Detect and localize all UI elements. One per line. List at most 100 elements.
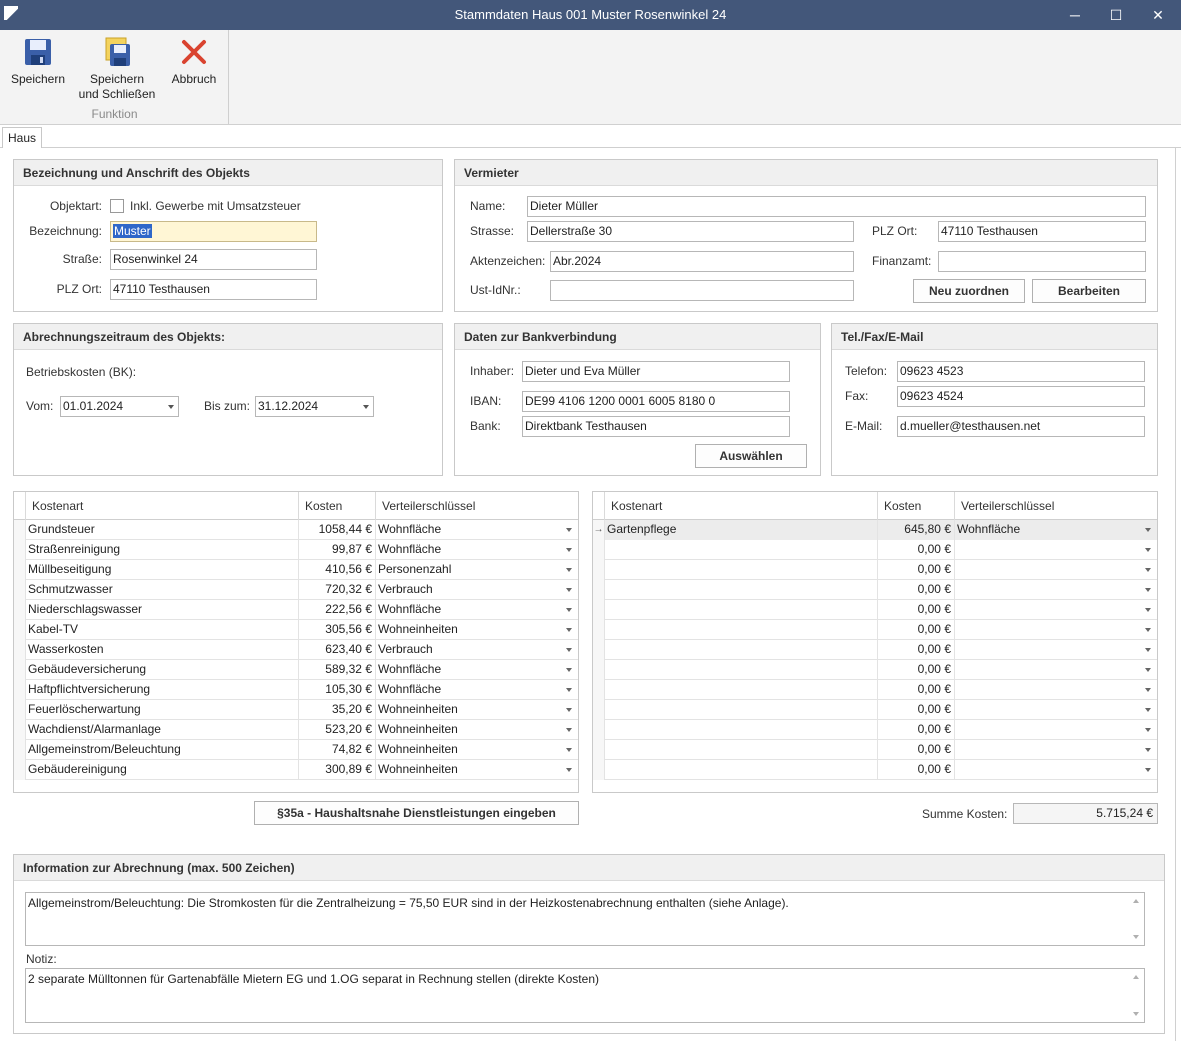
telefon-input[interactable]: 09623 4523 (897, 361, 1145, 382)
table-row[interactable]: Grundsteuer 1058,44 € Wohnfläche (14, 520, 578, 540)
table-row[interactable]: 0,00 € (593, 560, 1157, 580)
cell-kosten[interactable]: 0,00 € (878, 700, 955, 720)
cell-verteilerschluessel[interactable]: Wohnfläche (376, 520, 578, 540)
cell-kostenart[interactable] (605, 640, 878, 660)
cell-kosten[interactable]: 305,56 € (299, 620, 376, 640)
chevron-down-icon[interactable] (566, 588, 572, 592)
vermieter-strasse-input[interactable]: Dellerstraße 30 (527, 221, 854, 242)
table-row[interactable]: 0,00 € (593, 580, 1157, 600)
table-row[interactable]: 0,00 € (593, 720, 1157, 740)
haushaltsnahe-dienstleistungen-button[interactable]: §35a - Haushaltsnahe Dienstleistungen ei… (254, 801, 579, 825)
chevron-down-icon[interactable] (566, 548, 572, 552)
neu-zuordnen-button[interactable]: Neu zuordnen (913, 279, 1025, 303)
cell-kosten[interactable]: 0,00 € (878, 540, 955, 560)
cell-kosten[interactable]: 523,20 € (299, 720, 376, 740)
table-row[interactable]: Schmutzwasser 720,32 € Verbrauch (14, 580, 578, 600)
cell-kostenart[interactable] (605, 600, 878, 620)
cell-verteilerschluessel[interactable]: Wohnfläche (376, 600, 578, 620)
cell-kostenart[interactable] (605, 760, 878, 780)
plz-ort-input[interactable]: 47110 Testhausen (110, 279, 317, 300)
chevron-down-icon[interactable] (1145, 688, 1151, 692)
fax-input[interactable]: 09623 4524 (897, 386, 1145, 407)
cell-kostenart[interactable]: Müllbeseitigung (26, 560, 299, 580)
cell-kostenart[interactable]: Wachdienst/Alarmanlage (26, 720, 299, 740)
cell-kosten[interactable]: 0,00 € (878, 560, 955, 580)
cell-kostenart[interactable]: Allgemeinstrom/Beleuchtung (26, 740, 299, 760)
cell-kostenart[interactable] (605, 560, 878, 580)
chevron-down-icon[interactable] (1145, 728, 1151, 732)
cell-verteilerschluessel[interactable] (955, 720, 1157, 740)
cell-kostenart[interactable]: Gebäudeversicherung (26, 660, 299, 680)
cell-kosten[interactable]: 99,87 € (299, 540, 376, 560)
chevron-down-icon[interactable] (566, 648, 572, 652)
bezeichnung-input[interactable]: Muster (110, 221, 317, 242)
cell-verteilerschluessel[interactable]: Wohnfläche (376, 660, 578, 680)
chevron-down-icon[interactable] (566, 568, 572, 572)
cell-verteilerschluessel[interactable]: Wohneinheiten (376, 720, 578, 740)
cell-verteilerschluessel[interactable] (955, 640, 1157, 660)
bis-date-combo[interactable]: 31.12.2024 (255, 396, 374, 417)
chevron-down-icon[interactable] (566, 708, 572, 712)
cell-kosten[interactable]: 410,56 € (299, 560, 376, 580)
table-row[interactable]: Feuerlöscherwartung 35,20 € Wohneinheiten (14, 700, 578, 720)
chevron-down-icon[interactable] (566, 748, 572, 752)
table-row[interactable]: 0,00 € (593, 640, 1157, 660)
finanzamt-input[interactable] (938, 251, 1146, 272)
chevron-down-icon[interactable] (566, 628, 572, 632)
cell-verteilerschluessel[interactable] (955, 620, 1157, 640)
tab-haus[interactable]: Haus (2, 127, 42, 149)
chevron-down-icon[interactable] (1145, 528, 1151, 532)
table-row[interactable]: 0,00 € (593, 660, 1157, 680)
chevron-down-icon[interactable] (566, 668, 572, 672)
cancel-button[interactable]: Abbruch (166, 36, 222, 87)
header-verteilerschluessel[interactable]: Verteilerschlüssel (955, 492, 1157, 520)
cell-verteilerschluessel[interactable] (955, 540, 1157, 560)
table-row[interactable]: 0,00 € (593, 700, 1157, 720)
cell-verteilerschluessel[interactable]: Personenzahl (376, 560, 578, 580)
cell-kostenart[interactable]: Gebäudereinigung (26, 760, 299, 780)
cell-kostenart[interactable]: Straßenreinigung (26, 540, 299, 560)
cell-kostenart[interactable] (605, 720, 878, 740)
cell-kosten[interactable]: 0,00 € (878, 740, 955, 760)
chevron-down-icon[interactable] (1145, 708, 1151, 712)
info-textarea[interactable]: Allgemeinstrom/Beleuchtung: Die Stromkos… (25, 892, 1145, 946)
cell-kosten[interactable]: 1058,44 € (299, 520, 376, 540)
table-row[interactable]: Haftpflichtversicherung 105,30 € Wohnfläch… (14, 680, 578, 700)
cell-verteilerschluessel[interactable]: Wohnfläche (376, 680, 578, 700)
cell-verteilerschluessel[interactable]: Verbrauch (376, 580, 578, 600)
table-row[interactable]: Gebäudeversicherung 589,32 € Wohnfläche (14, 660, 578, 680)
maximize-button[interactable]: ☐ (1093, 0, 1139, 30)
cell-verteilerschluessel[interactable] (955, 660, 1157, 680)
cell-kostenart[interactable]: Grundsteuer (26, 520, 299, 540)
cell-kostenart[interactable]: Haftpflichtversicherung (26, 680, 299, 700)
table-row[interactable]: 0,00 € (593, 740, 1157, 760)
minimize-button[interactable]: ─ (1052, 0, 1098, 30)
chevron-down-icon[interactable] (566, 608, 572, 612)
cell-kostenart[interactable] (605, 680, 878, 700)
cell-kostenart[interactable]: Gartenpflege (605, 520, 878, 540)
cell-kostenart[interactable]: Kabel-TV (26, 620, 299, 640)
table-row[interactable]: 0,00 € (593, 600, 1157, 620)
cell-verteilerschluessel[interactable] (955, 560, 1157, 580)
cell-verteilerschluessel[interactable]: Verbrauch (376, 640, 578, 660)
table-row[interactable]: Gebäudereinigung 300,89 € Wohneinheiten (14, 760, 578, 780)
iban-input[interactable]: DE99 4106 1200 0001 6005 8180 0 (522, 391, 790, 412)
table-row[interactable]: Wachdienst/Alarmanlage 523,20 € Wohneinhei… (14, 720, 578, 740)
cell-kostenart[interactable]: Niederschlagswasser (26, 600, 299, 620)
chevron-down-icon[interactable] (1145, 608, 1151, 612)
cell-kosten[interactable]: 222,56 € (299, 600, 376, 620)
cell-verteilerschluessel[interactable] (955, 600, 1157, 620)
cell-kostenart[interactable]: Wasserkosten (26, 640, 299, 660)
info-scrollbar[interactable] (1128, 893, 1144, 945)
cell-kostenart[interactable] (605, 540, 878, 560)
header-kostenart[interactable]: Kostenart (26, 492, 299, 520)
cell-verteilerschluessel[interactable] (955, 760, 1157, 780)
cell-verteilerschluessel[interactable]: Wohneinheiten (376, 760, 578, 780)
auswaehlen-button[interactable]: Auswählen (695, 444, 807, 468)
save-button[interactable]: Speichern (8, 36, 68, 87)
table-row[interactable]: 0,00 € (593, 680, 1157, 700)
cell-kosten[interactable]: 0,00 € (878, 640, 955, 660)
cell-kosten[interactable]: 589,32 € (299, 660, 376, 680)
table-row[interactable]: 0,00 € (593, 540, 1157, 560)
cell-kostenart[interactable]: Schmutzwasser (26, 580, 299, 600)
